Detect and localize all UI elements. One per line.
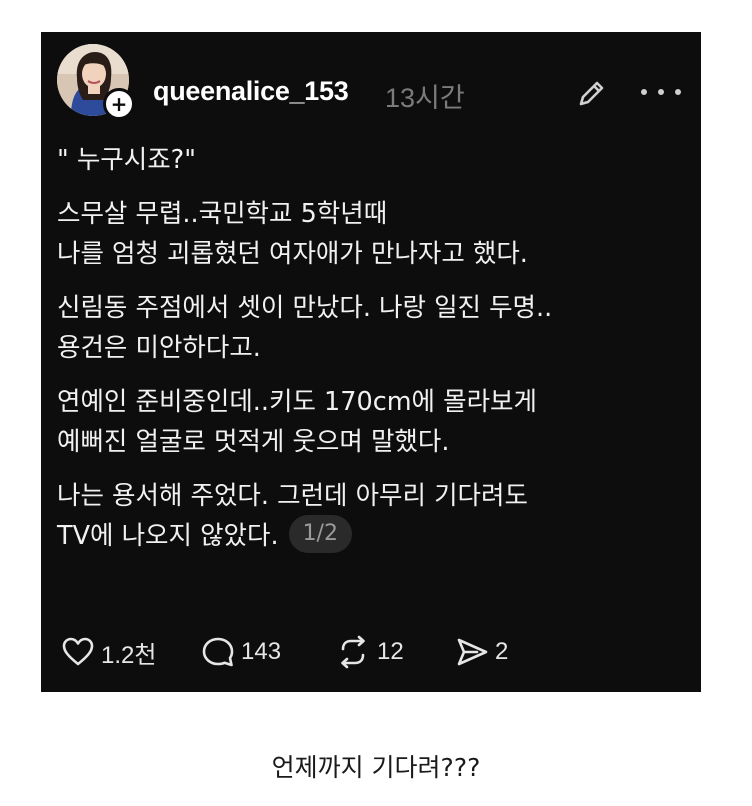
send-icon	[457, 638, 488, 666]
text-line-with-indicator: TV에 나오지 않았다. 1/2	[57, 515, 687, 556]
paragraph-3: 연예인 준비중인데..키도 170cm에 몰라보게 예뻐진 얼굴로 멋적게 웃으…	[57, 382, 687, 462]
text-line: 연예인 준비중인데..키도 170cm에 몰라보게	[57, 387, 537, 417]
text-line: 나를 엄청 괴롭혔던 여자애가 만나자고 했다.	[57, 239, 528, 269]
dot	[658, 89, 664, 95]
text-line: 예뻐진 얼굴로 멋적게 웃으며 말했다.	[57, 427, 450, 457]
share-count: 2	[495, 638, 509, 665]
action-bar: 1.2천 143 12 2	[57, 632, 657, 672]
dot	[675, 89, 681, 95]
post-card: + queenalice_153 13시간 " 누구시죠?" 스무살 무렵..국…	[41, 32, 701, 692]
follow-plus-icon[interactable]: +	[103, 88, 135, 120]
post-body: " 누구시죠?" 스무살 무렵..국민학교 5학년때 나를 엄청 괴롭혔던 여자…	[57, 140, 687, 570]
text-line: " 누구시죠?"	[57, 145, 196, 175]
avatar-container[interactable]: +	[57, 44, 135, 120]
repost-button[interactable]: 12	[335, 632, 404, 672]
text-line: 스무살 무렵..국민학교 5학년때	[57, 199, 388, 229]
more-horizontal-icon[interactable]	[641, 80, 681, 104]
post-timestamp: 13시간	[385, 83, 465, 113]
share-button[interactable]: 2	[455, 632, 508, 672]
paragraph-1: 스무살 무렵..국민학교 5학년때 나를 엄청 괴롭혔던 여자애가 만나자고 했…	[57, 194, 687, 274]
text-line: 나는 용서해 주었다. 그런데 아무리 기다려도	[57, 481, 528, 511]
pencil-icon[interactable]	[573, 76, 609, 112]
comment-button[interactable]: 143	[201, 632, 281, 672]
dot	[641, 89, 647, 95]
comment-bubble-icon	[202, 637, 234, 667]
text-line: 신림동 주점에서 셋이 만났다. 나랑 일진 두명..	[57, 293, 553, 323]
heart-icon	[62, 637, 94, 666]
paragraph-2: 신림동 주점에서 셋이 만났다. 나랑 일진 두명.. 용건은 미안하다고.	[57, 288, 687, 368]
quote-line: " 누구시죠?"	[57, 140, 687, 180]
text-line: TV에 나오지 않았다.	[57, 521, 279, 551]
caption-text: 언제까지 기다려???	[271, 753, 481, 782]
repost-count: 12	[377, 638, 404, 665]
username[interactable]: queenalice_153	[153, 76, 349, 107]
page: + queenalice_153 13시간 " 누구시죠?" 스무살 무렵..국…	[0, 0, 752, 806]
paragraph-4: 나는 용서해 주었다. 그런데 아무리 기다려도 TV에 나오지 않았다. 1/2	[57, 476, 687, 556]
comment-count: 143	[241, 638, 282, 665]
repost-icon	[341, 635, 365, 669]
like-count: 1.2천	[101, 641, 157, 669]
page-indicator[interactable]: 1/2	[288, 515, 352, 553]
post-header: + queenalice_153 13시간	[57, 44, 685, 120]
text-line: 용건은 미안하다고.	[57, 333, 261, 363]
like-button[interactable]: 1.2천	[61, 632, 156, 672]
